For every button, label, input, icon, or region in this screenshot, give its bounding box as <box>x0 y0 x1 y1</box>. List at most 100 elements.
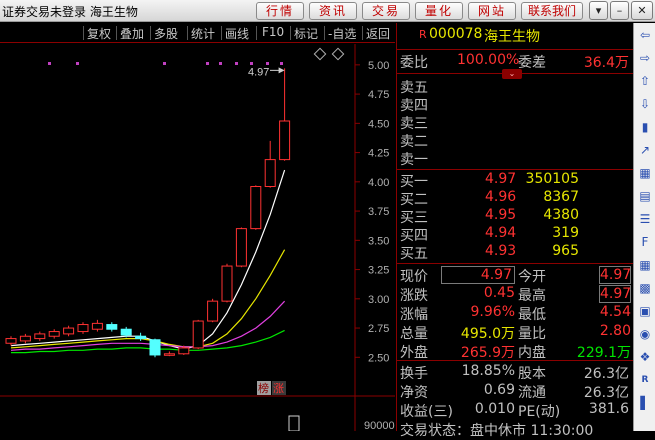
sell-row: 卖五 <box>397 77 633 96</box>
rsi-icon[interactable]: R <box>636 371 654 389</box>
statistics-button[interactable]: 统计 <box>191 25 215 42</box>
arrow-left-icon[interactable]: ⇦ <box>636 26 654 44</box>
candle <box>106 322 118 332</box>
overlay-button[interactable]: 叠加 <box>120 25 144 42</box>
mark-button[interactable]: 标记 <box>294 25 318 42</box>
buy-row: 买五 4.93 965 <box>397 243 633 262</box>
back-button[interactable]: 返回 <box>366 25 390 42</box>
toolbar-separator <box>290 26 291 40</box>
stat-value: 229.1万 <box>576 345 631 361</box>
arrow-up-icon[interactable]: ⇧ <box>636 72 654 90</box>
quant-button[interactable]: 量化 <box>415 2 463 20</box>
separator <box>397 49 633 50</box>
stat-label: 内盘 <box>518 345 546 361</box>
window-title: 证券交易未登录 海王生物 <box>2 5 138 19</box>
ratio-label: 委比 <box>400 55 428 71</box>
f10-icon[interactable]: F <box>636 233 654 251</box>
close-icon[interactable]: ✕ <box>631 1 653 20</box>
menu-icon[interactable]: ▾ <box>589 1 608 20</box>
chart-annotations: 4.97 榜涨 <box>248 47 345 431</box>
fundamental-value: 0.69 <box>483 382 515 398</box>
fundamental-value: 26.3亿 <box>583 366 629 382</box>
diamond-icon[interactable] <box>331 47 345 61</box>
minimize-icon[interactable]: – <box>610 1 629 20</box>
document-icon[interactable]: ▤ <box>636 187 654 205</box>
marker-dot <box>76 62 79 65</box>
trend-icon[interactable]: ↗ <box>636 141 654 159</box>
candle-body <box>207 300 219 322</box>
market-button[interactable]: 行情 <box>256 2 304 20</box>
arrow-right-icon[interactable]: ⇨ <box>636 49 654 67</box>
compass-icon[interactable]: ❖ <box>636 348 654 366</box>
stat-value: 265.9万 <box>460 345 515 361</box>
marker-dot <box>163 62 166 65</box>
candle <box>192 319 204 350</box>
separator <box>397 263 633 264</box>
sell-row: 卖三 <box>397 113 633 132</box>
multi-stock-button[interactable]: 多股 <box>154 25 178 42</box>
candle <box>34 331 46 341</box>
candle <box>91 319 103 332</box>
toolbar-separator <box>324 26 325 40</box>
contact-button[interactable]: 联系我们 <box>521 2 583 20</box>
stat-label: 现价 <box>400 269 428 285</box>
buy-price: 4.94 <box>485 225 517 241</box>
candle-body <box>149 339 161 356</box>
marker-dot <box>235 62 238 65</box>
table-icon[interactable]: ▦ <box>636 256 654 274</box>
candle <box>63 325 75 337</box>
candle <box>235 227 247 268</box>
stat-value: 4.97 <box>599 266 632 284</box>
trade-button[interactable]: 交易 <box>362 2 410 20</box>
stat-value: 495.0万 <box>460 326 515 342</box>
list-icon[interactable]: ☰ <box>636 210 654 228</box>
stat-row: 外盘 265.9万 内盘 229.1万 <box>397 342 633 361</box>
marker-dot <box>266 62 269 65</box>
candle-body <box>91 322 103 330</box>
candle-body <box>19 335 31 342</box>
news-button[interactable]: 资讯 <box>309 2 357 20</box>
fundamental-value: 381.6 <box>588 401 629 417</box>
draw-line-button[interactable]: 画线 <box>225 25 249 42</box>
adjust-button[interactable]: 复权 <box>87 25 111 42</box>
stat-label: 量比 <box>518 326 546 342</box>
arrow-down-icon[interactable]: ⇩ <box>636 95 654 113</box>
grid-icon[interactable]: ▦ <box>636 164 654 182</box>
coins-icon[interactable]: ◉ <box>636 325 654 343</box>
rank-badge: 榜 <box>258 381 269 395</box>
picture-icon[interactable]: ▣ <box>636 302 654 320</box>
stat-value: 2.80 <box>599 323 631 339</box>
price-tick-label: 2.50 <box>368 352 389 364</box>
candle <box>279 68 291 161</box>
stat-row: 涨幅 9.96% 最低 4.54 <box>397 304 633 323</box>
buy-price: 4.97 <box>485 171 517 187</box>
kline-chart[interactable]: 5.00 4.75 4.50 4.25 4.00 3.75 3.50 3.25 3.00 2.75… <box>0 44 395 431</box>
stat-label: 涨跌 <box>400 288 428 304</box>
marker-dot <box>206 62 209 65</box>
sell-row: 卖二 <box>397 131 633 150</box>
bars-icon[interactable]: ▌ <box>636 394 654 412</box>
buy-label: 买四 <box>400 228 428 244</box>
remove-watchlist-button[interactable]: -自选 <box>328 25 356 42</box>
chart-icon[interactable]: ▩ <box>636 279 654 297</box>
title-bar: 证券交易未登录 海王生物 行情 资讯 交易 量化 网站 联系我们 ▾ – ✕ <box>0 0 655 22</box>
website-button[interactable]: 网站 <box>468 2 516 20</box>
buy-price: 4.96 <box>485 189 517 205</box>
f10-button[interactable]: F10 <box>262 25 284 39</box>
candle-icon[interactable]: ▮ <box>636 118 654 136</box>
diamond-icon[interactable] <box>313 47 327 61</box>
price-tick-label: 4.75 <box>368 89 389 101</box>
buy-volume: 4380 <box>543 207 579 223</box>
fundamental-label: 股本 <box>518 366 546 382</box>
toolbar-separator <box>116 26 117 40</box>
trade-status: 交易状态：盘中休市 11:30:00 <box>397 420 633 439</box>
candle-body <box>120 328 132 336</box>
chart-toolbar: 复权 叠加 多股 统计 画线 F10 标记 -自选 返回 <box>0 23 395 43</box>
candle <box>221 263 233 303</box>
high-price-label: 4.97 <box>248 66 269 78</box>
buy-price: 4.95 <box>485 207 517 223</box>
quote-panel: R 000078 海王生物 委比 100.00% 委差 36.4万 ⌄ 卖五卖四… <box>397 23 633 439</box>
buy-volume: 319 <box>552 225 579 241</box>
chart-grid <box>0 44 395 431</box>
candle <box>207 298 219 323</box>
